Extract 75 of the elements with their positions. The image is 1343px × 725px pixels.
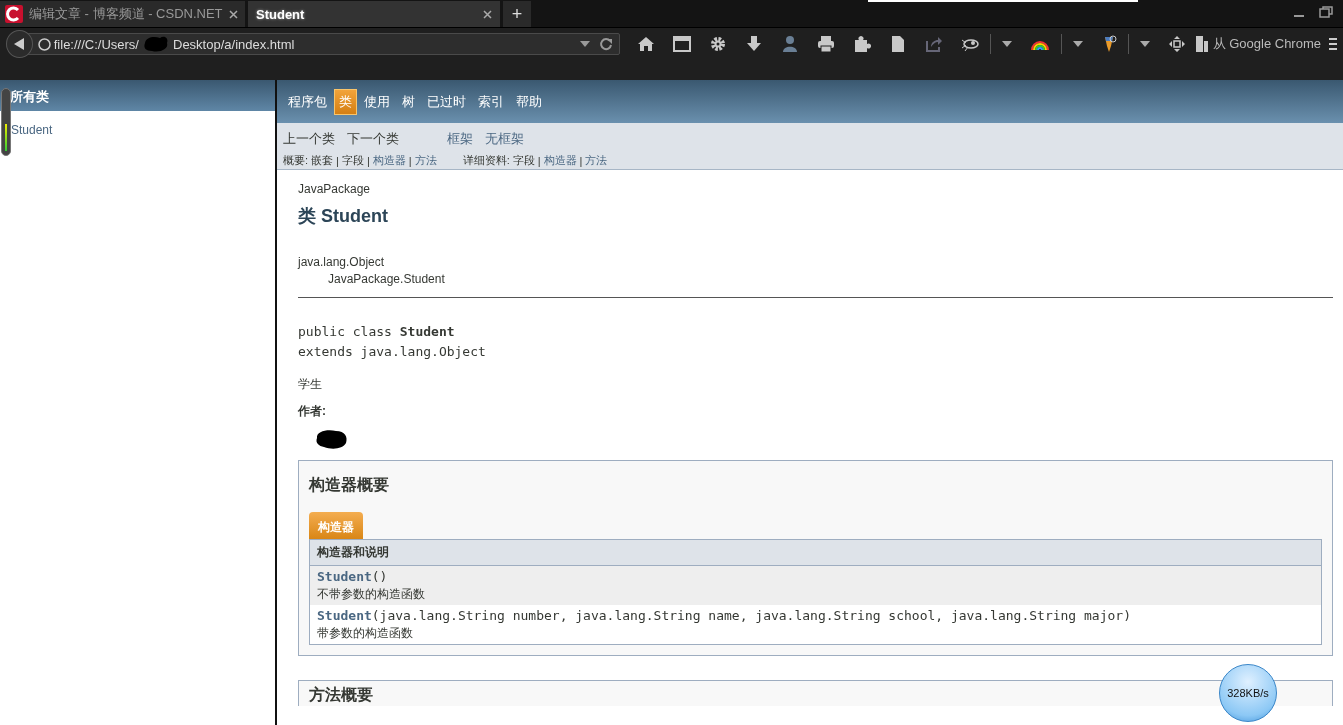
author-label: 作者: <box>298 403 327 420</box>
redaction-blob <box>142 34 170 54</box>
browser-tab[interactable]: 编辑文章 - 博客频道 - CSDN.NET <box>0 1 245 27</box>
summary-link[interactable]: 方法 <box>585 153 608 168</box>
frame-title: 所有类 <box>0 80 275 111</box>
class-signature: extends java.lang.Object <box>298 343 487 361</box>
inheritance-item: java.lang.Object <box>298 254 386 271</box>
separator-text: | <box>579 154 583 167</box>
constructor-signature: Student(java.lang.String number, java.lang.String name, java.lang.String school, java.lang.String major) <box>317 608 1132 623</box>
nav-link[interactable]: 上一个类 <box>283 130 335 148</box>
dropdown-icon[interactable] <box>1001 41 1012 47</box>
back-button[interactable] <box>6 30 33 58</box>
nav-link[interactable]: 无框架 <box>485 130 524 148</box>
rainbow-icon[interactable] <box>1029 38 1050 50</box>
separator-text: | <box>366 154 370 167</box>
separator-text: | <box>408 154 412 167</box>
nav-tab[interactable]: 索引 <box>473 88 509 115</box>
new-tab-button[interactable]: + <box>503 1 531 27</box>
summary-link[interactable]: 构造器 <box>543 153 577 168</box>
class-link[interactable]: Student <box>11 123 53 137</box>
nav-link[interactable]: 下一个类 <box>347 130 399 148</box>
nav-tab[interactable]: 使用 <box>359 88 395 115</box>
column-header: 构造器和说明 <box>310 540 1321 566</box>
summary-link[interactable]: 构造器 <box>372 153 406 168</box>
logo-icon <box>5 5 23 23</box>
dropdown-icon[interactable] <box>579 41 590 47</box>
person-icon[interactable] <box>780 35 799 53</box>
menu-icon[interactable] <box>1329 37 1337 51</box>
nav-tab[interactable]: 程序包 <box>283 88 332 115</box>
address-field[interactable]: file:///C:/Users/ Desktop/a/index.html <box>26 33 620 55</box>
nav-link[interactable]: 框架 <box>447 130 473 148</box>
nav-tab[interactable]: 帮助 <box>511 88 547 115</box>
reload-icon[interactable] <box>598 37 613 51</box>
separator-text: | <box>336 154 339 167</box>
share-icon[interactable] <box>924 35 943 53</box>
summary-label: 详细资料: <box>462 153 510 168</box>
dropdown-icon[interactable] <box>1139 41 1150 47</box>
inheritance-item: JavaPackage.Student <box>327 271 446 288</box>
separator-text: | <box>537 154 541 167</box>
summary-text: 嵌套 <box>311 153 334 168</box>
window-icon[interactable] <box>672 35 691 53</box>
dropdown-icon[interactable] <box>1072 41 1083 47</box>
summary-text: 字段 <box>512 153 535 168</box>
summary-text: 字段 <box>341 153 364 168</box>
move-icon[interactable] <box>1167 35 1186 53</box>
section-title: 构造器概要 <box>309 475 389 495</box>
close-icon[interactable] <box>228 9 238 19</box>
home-icon[interactable] <box>636 35 655 53</box>
class-signature: public class Student <box>298 323 456 341</box>
browser-tab[interactable]: Student <box>248 1 500 27</box>
redaction-blob <box>314 428 348 450</box>
summary-label: 概要: <box>283 153 309 168</box>
package-name: JavaPackage <box>298 182 372 196</box>
constructor-link[interactable]: Student <box>317 608 372 623</box>
close-icon[interactable] <box>483 9 492 19</box>
url-text: file:///C:/Users/ <box>53 36 139 52</box>
puzzle-icon[interactable] <box>852 35 871 53</box>
constructor-signature: Student() <box>317 569 389 584</box>
class-title: 类 Student <box>298 205 389 228</box>
download-icon[interactable] <box>744 35 763 53</box>
url-text: Desktop/a/index.html <box>173 36 295 52</box>
restore-icon[interactable] <box>1319 6 1333 18</box>
import-button[interactable]: 从 Google Chrome <box>1212 35 1321 53</box>
printer-icon[interactable] <box>816 35 835 53</box>
gear-icon[interactable] <box>708 35 727 53</box>
nav-tab[interactable]: 树 <box>397 88 420 115</box>
constructor-description: 带参数的构造函数 <box>317 626 414 641</box>
back-arrow-icon <box>13 37 26 51</box>
summary-link[interactable]: 方法 <box>414 153 437 168</box>
page-icon <box>37 37 51 51</box>
class-description: 学生 <box>298 376 323 393</box>
nav-tab[interactable]: 已过时 <box>422 88 471 115</box>
constructor-description: 不带参数的构造函数 <box>317 587 426 602</box>
constructor-link[interactable]: Student <box>317 569 372 584</box>
section-title: 方法概要 <box>309 685 373 705</box>
